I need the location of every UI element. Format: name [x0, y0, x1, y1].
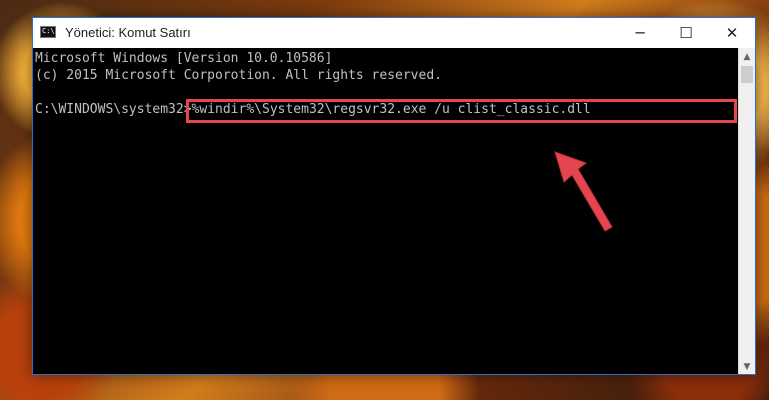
window-title: Yönetici: Komut Satırı [65, 25, 191, 40]
cmd-icon [40, 26, 56, 38]
maximize-button[interactable]: ☐ [663, 18, 709, 48]
command-highlight-box [186, 99, 737, 123]
scroll-down-icon[interactable]: ▼ [739, 358, 755, 374]
prompt-text: C:\WINDOWS\system32> [35, 102, 192, 117]
titlebar[interactable]: Yönetici: Komut Satırı ─ ☐ ✕ [33, 18, 755, 48]
console-line: (c) 2015 Microsoft Corporotion. All righ… [35, 68, 442, 83]
minimize-button[interactable]: ─ [617, 18, 663, 48]
scrollbar-thumb[interactable] [741, 66, 753, 83]
command-prompt-window: Yönetici: Komut Satırı ─ ☐ ✕ Microsoft W… [32, 17, 756, 375]
arrow-pointer-icon [554, 151, 613, 232]
console-output[interactable]: Microsoft Windows [Version 10.0.10586] (… [33, 48, 739, 374]
close-button[interactable]: ✕ [709, 18, 755, 48]
scroll-up-icon[interactable]: ▲ [739, 48, 755, 65]
vertical-scrollbar[interactable]: ▲ ▼ [738, 48, 755, 374]
console-line: Microsoft Windows [Version 10.0.10586] [35, 51, 333, 66]
window-controls: ─ ☐ ✕ [617, 18, 755, 48]
